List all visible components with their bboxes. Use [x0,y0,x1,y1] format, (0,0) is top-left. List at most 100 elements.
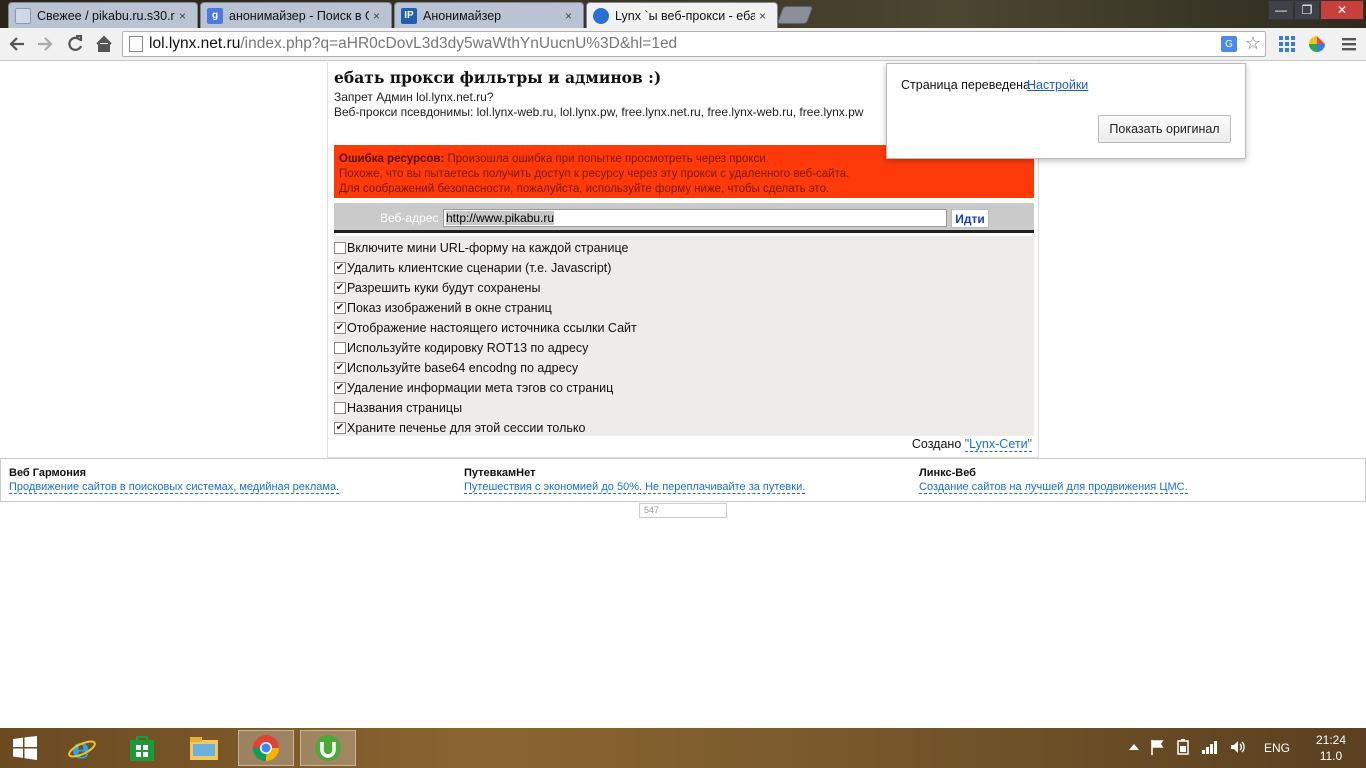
forward-icon[interactable] [34,33,56,55]
maximize-button[interactable]: ❐ [1294,0,1320,20]
option-row[interactable]: ✔ Используйте base64 encodng по адресу [334,359,578,377]
option-label: Названия страницы [347,401,463,415]
close-window-button[interactable]: ✕ [1320,0,1364,20]
windows-start-icon[interactable] [0,730,50,766]
language-indicator[interactable]: ENG [1264,741,1290,755]
url-input[interactable]: http://www.pikabu.ru [443,209,947,227]
page-content: ебать прокси фильтры и админов :) Запрет… [0,62,1366,728]
tab-label: Lynx `ы веб-прокси - еба [615,8,755,23]
option-row[interactable]: ✔ Отображение настоящего источника ссылки… [334,319,637,337]
go-button[interactable]: Идти [951,209,989,228]
tab-label: Свежее / pikabu.ru.s30.ru [37,8,175,23]
system-tray: ENG [1128,728,1290,768]
error-message: Похоже, что вы пытаетесь получить доступ… [339,168,850,180]
option-row[interactable]: Названия страницы [334,399,462,417]
option-checkbox[interactable]: ✔ [334,382,346,394]
option-row[interactable]: ✔ Показ изображений в окне страниц [334,299,552,317]
file-explorer-icon[interactable] [176,730,232,766]
new-tab-button[interactable] [776,6,814,24]
option-label: Включите мини URL-форму на каждой страни… [347,241,629,255]
reload-icon[interactable] [64,33,86,55]
pikabu-icon [15,7,31,24]
tab-label: Анонимайзер [423,8,502,23]
close-icon[interactable]: × [759,9,771,23]
utorrent-icon[interactable] [300,730,356,766]
browser-toolbar: lol.lynx.net.ru/index.php?q=aHR0cDovL3d3… [0,28,1366,61]
menu-icon[interactable] [1338,33,1360,55]
ad-text[interactable]: Создание сайтов на лучшей для продвижени… [919,481,1188,494]
taskbar: e ENG 21:24 11.0 [0,728,1366,768]
network-icon[interactable] [1202,740,1218,757]
url-value: http://www.pikabu.ru [446,211,555,225]
address-bar[interactable]: lol.lynx.net.ru/index.php?q=aHR0cDovL3d3… [122,31,1266,57]
option-label: Храните печенье для этой сессии только [347,421,586,435]
internet-explorer-icon[interactable]: e [54,730,110,766]
ad-title: ПутевкамНет [464,467,536,479]
option-row[interactable]: ✔ Разрешить куки будут сохранены [334,279,540,297]
visit-counter[interactable]: 547 [639,503,727,518]
ad-text[interactable]: Продвижение сайтов в поисковых системах,… [9,481,340,494]
show-hidden-icons-icon[interactable] [1128,741,1140,756]
back-icon[interactable] [6,33,28,55]
option-checkbox[interactable]: ✔ [334,282,346,294]
tab-lynx[interactable]: Lynx `ы веб-прокси - еба × [586,2,778,28]
error-message: Произошла ошибка при попытке просмотреть… [444,153,766,165]
ads-bar: Веб Гармония Продвижение сайтов в поиско… [0,458,1366,502]
close-icon[interactable]: × [373,9,385,23]
home-icon[interactable] [93,33,115,55]
option-label: Удалить клиентские сценарии (т.е. Javasc… [347,261,612,275]
clock[interactable]: 21:24 11.0 [1300,732,1362,764]
page-title: ебать прокси фильтры и админов :) [334,68,662,87]
option-row[interactable]: ✔ Удаление информации мета тэгов со стран… [334,379,613,397]
close-icon[interactable]: × [179,9,191,23]
clock-time: 21:24 [1315,733,1347,747]
chrome-icon[interactable] [238,730,294,766]
option-checkbox[interactable] [334,402,346,414]
option-checkbox[interactable]: ✔ [334,322,346,334]
option-row[interactable]: ✔ Удалить клиентские сценарии (т.е. Javas… [334,259,611,277]
translate-popup: Страница переведена Настройки Показать о… [886,63,1246,159]
option-row[interactable]: Включите мини URL-форму на каждой страни… [334,239,628,257]
option-checkbox[interactable] [334,342,346,354]
ip-icon: IP [401,7,417,24]
option-checkbox[interactable]: ✔ [334,422,346,434]
option-checkbox[interactable] [334,242,346,254]
credit: Создано "Lynx-Сети" [911,437,1032,452]
credit-prefix: Создано [911,437,965,451]
ad-text[interactable]: Путешествия с экономией до 50%. Не переп… [464,481,806,494]
tab-anonymizer[interactable]: IP Анонимайзер × [394,2,584,28]
option-checkbox[interactable]: ✔ [334,262,346,274]
star-icon[interactable]: ☆ [1245,33,1261,54]
option-checkbox[interactable]: ✔ [334,302,346,314]
flag-icon[interactable] [1150,739,1164,758]
proxy-admin-line: Запрет Админ lol.lynx.net.ru? [334,90,494,104]
proxy-aliases-line: Веб-прокси псевдонимы: lol.lynx-web.ru, … [334,105,864,119]
ad-item[interactable]: Линкс-Веб Создание сайтов на лучшей для … [919,467,1188,494]
option-row[interactable]: Используйте кодировку ROT13 по адресу [334,339,588,357]
clock-date: 11.0 [1319,749,1343,763]
translate-settings-link[interactable]: Настройки [1027,78,1088,92]
tab-pikabu[interactable]: Свежее / pikabu.ru.s30.ru × [8,2,198,28]
option-checkbox[interactable]: ✔ [334,362,346,374]
battery-icon[interactable] [1176,738,1190,758]
ad-item[interactable]: Веб Гармония Продвижение сайтов в поиско… [9,467,340,494]
tab-google[interactable]: g анонимайзер - Поиск в G × [200,2,392,28]
extension-icon[interactable] [1306,33,1328,55]
option-label: Удаление информации мета тэгов со страни… [347,381,614,395]
translate-icon[interactable]: G [1221,36,1237,52]
minimize-button[interactable]: — [1268,0,1294,20]
volume-icon[interactable] [1230,740,1246,757]
credit-link[interactable]: "Lynx-Сети" [964,437,1032,452]
close-icon[interactable]: × [565,9,577,23]
tab-label: анонимайзер - Поиск в G [229,8,369,23]
option-row[interactable]: ✔ Храните печенье для этой сессии только [334,419,585,437]
ad-item[interactable]: ПутевкамНет Путешествия с экономией до 5… [464,467,806,494]
apps-grid-icon[interactable] [1276,33,1298,55]
ad-title: Веб Гармония [9,467,87,479]
store-icon[interactable] [114,730,170,766]
tab-bar: Свежее / pikabu.ru.s30.ru × g анонимайзе… [0,0,1366,28]
url-form: Веб-адрес http://www.pikabu.ru Идти [334,203,1034,233]
address-path: /index.php?q=aHR0cDovL3d3dy5waWthYnUucnU… [240,35,678,52]
show-original-button[interactable]: Показать оригинал [1098,115,1231,143]
option-label: Отображение настоящего источника ссылки … [347,321,637,335]
